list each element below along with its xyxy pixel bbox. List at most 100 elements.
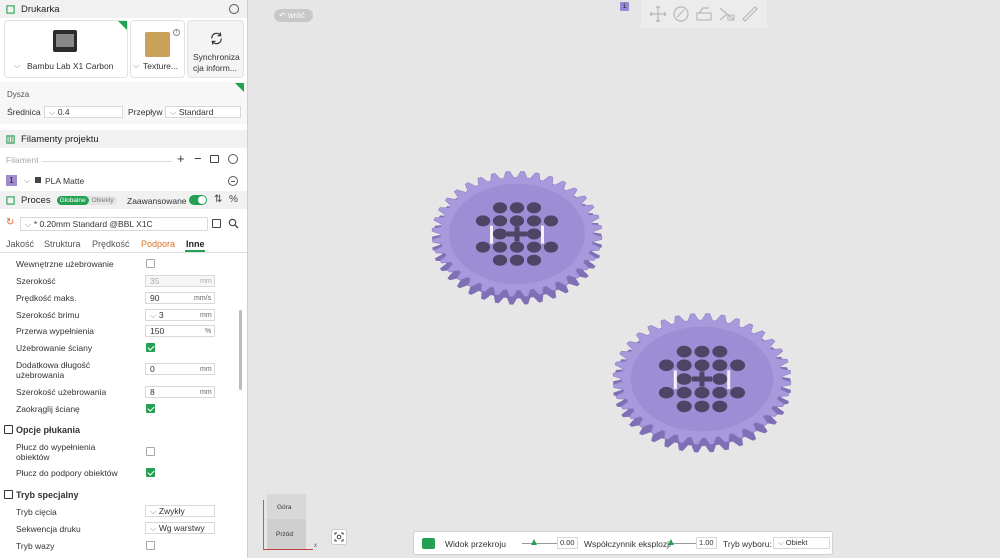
flush-infill-checkbox[interactable] xyxy=(146,447,155,456)
remove-filament-icon[interactable]: − xyxy=(194,151,202,166)
rotate-icon[interactable] xyxy=(672,5,690,23)
extra-length-label-line2: użebrowania xyxy=(16,370,65,380)
tab-speed[interactable]: Prędkość xyxy=(92,239,130,249)
view-cube[interactable]: Góra Przód xyxy=(267,494,306,549)
printer-thumbnail-icon xyxy=(53,30,77,52)
brim-width-unit: mm xyxy=(200,312,212,319)
3d-viewport[interactable]: ↶ wróć 1 Góra Przód x xyxy=(249,0,1000,558)
process-icon xyxy=(6,195,15,205)
process-header-label: Proces xyxy=(21,194,51,206)
explode-ratio-value[interactable]: 1.00 xyxy=(696,537,717,549)
extra-length-label-line1: Dodatkowa długość xyxy=(16,360,91,370)
measure-icon[interactable] xyxy=(741,5,759,23)
gear-hole xyxy=(509,215,525,227)
gear-hole xyxy=(526,215,542,227)
back-button[interactable]: ↶ wróć xyxy=(274,9,313,22)
gear-hole xyxy=(492,228,508,240)
gear-slot xyxy=(490,225,493,244)
gear-hole xyxy=(712,386,728,399)
gear-hole xyxy=(492,215,508,227)
inner-rib-label: Wewnętrzne użebrowanie xyxy=(16,259,114,269)
plate-badge[interactable]: 1 xyxy=(620,2,629,11)
gear-model-1[interactable] xyxy=(428,162,606,314)
inner-rib-checkbox[interactable] xyxy=(146,259,155,268)
nozzle-diameter-label: Średnica xyxy=(7,107,41,117)
print-sequence-select[interactable]: ⌵ Wg warstwy xyxy=(145,522,215,534)
process-global-toggle[interactable]: Globalne xyxy=(56,195,89,205)
special-mode-icon xyxy=(4,490,13,499)
slicing-mode-label: Tryb cięcia xyxy=(16,507,57,517)
nozzle-sync-corner-icon xyxy=(235,83,244,92)
plate-type-card[interactable]: i ⌵ Texture... xyxy=(130,20,185,78)
process-profile-select[interactable]: ⌵ * 0.20mm Standard @BBL X1C xyxy=(20,217,208,231)
compare-icon[interactable]: ⇅ xyxy=(214,194,222,205)
cut-icon[interactable] xyxy=(718,5,736,23)
section-view-slider[interactable] xyxy=(522,543,562,544)
scale-icon[interactable] xyxy=(695,5,713,23)
filament-settings-gear-icon[interactable] xyxy=(228,154,238,164)
section-view-icon[interactable] xyxy=(422,538,435,549)
advanced-toggle[interactable] xyxy=(189,195,207,205)
tab-support[interactable]: Podpora xyxy=(141,239,175,249)
printer-settings-gear-icon[interactable] xyxy=(229,4,239,14)
slicing-mode-select[interactable]: ⌵ Zwykły xyxy=(145,505,215,517)
infill-gap-unit: % xyxy=(205,328,212,335)
section-view-value[interactable]: 0.00 xyxy=(557,537,578,549)
round-wall-checkbox[interactable] xyxy=(146,404,155,413)
vase-mode-checkbox[interactable] xyxy=(146,541,155,550)
max-speed-unit: mm/s xyxy=(194,295,212,302)
plate-info-icon[interactable]: i xyxy=(173,29,180,36)
gear-hole xyxy=(543,241,559,253)
filament-remove-circle-icon[interactable] xyxy=(228,176,238,186)
filaments-header-label: Filamenty projektu xyxy=(21,133,99,145)
explode-ratio-slider-thumb[interactable] xyxy=(668,539,674,545)
flow-select[interactable]: ⌵ Standard xyxy=(165,106,241,118)
sync-info-button[interactable]: Synchroniza cja inform... xyxy=(187,20,244,78)
round-wall-label: Zaokrąglij ścianę xyxy=(16,404,80,414)
settings-panel: Drukarka ⌵ Bambu Lab X1 Carbon i ⌵ Textu… xyxy=(0,0,248,558)
gear-hole xyxy=(509,202,525,214)
gear-hole xyxy=(712,345,728,358)
percent-icon[interactable]: % xyxy=(229,194,238,205)
filament-sync-icon[interactable] xyxy=(210,155,219,163)
y-axis-line xyxy=(263,500,264,550)
reset-profile-icon[interactable]: ↻ xyxy=(6,217,14,228)
gear-model-2[interactable] xyxy=(609,304,795,462)
vase-mode-label: Tryb wazy xyxy=(16,541,55,551)
tab-structure[interactable]: Struktura xyxy=(44,239,81,249)
save-profile-icon[interactable] xyxy=(212,219,221,228)
printer-connected-corner-icon xyxy=(118,21,127,30)
gear-hole xyxy=(712,400,728,413)
nozzle-diameter-select[interactable]: ⌵ 0.4 xyxy=(44,106,123,118)
rib-width-unit: mm xyxy=(200,389,212,396)
printer-section-header: Drukarka xyxy=(0,0,247,18)
move-icon[interactable] xyxy=(649,5,667,23)
sync-icon xyxy=(211,32,222,45)
tab-others[interactable]: Inne xyxy=(186,239,205,249)
tab-quality[interactable]: Jakość xyxy=(6,239,34,249)
gear-slot xyxy=(727,370,731,389)
add-filament-icon[interactable]: + xyxy=(177,151,185,166)
printer-machine-card[interactable]: ⌵ Bambu Lab X1 Carbon xyxy=(4,20,128,78)
filament-divider xyxy=(42,161,172,162)
flush-support-checkbox[interactable] xyxy=(146,468,155,477)
process-objects-toggle[interactable]: Obiekty xyxy=(89,196,117,205)
flush-infill-label-line2: obiektów xyxy=(16,452,50,462)
gear-slot xyxy=(541,225,544,244)
gear-hole xyxy=(694,345,710,358)
fit-view-button[interactable] xyxy=(331,529,347,545)
selection-mode-select[interactable]: ⌵ Obiekt xyxy=(773,537,830,549)
settings-scrollbar[interactable] xyxy=(239,310,242,390)
search-icon[interactable] xyxy=(228,218,239,229)
bottom-toolbar: Widok przekroju 0.00 Współczynnik eksplo… xyxy=(413,531,833,555)
filament-dropdown-icon[interactable]: ⌵ xyxy=(24,176,30,186)
max-speed-label: Prędkość maks. xyxy=(16,293,77,303)
gear-hole xyxy=(676,386,692,399)
section-view-slider-thumb[interactable] xyxy=(531,539,537,545)
print-sequence-label: Sekwencja druku xyxy=(16,524,81,534)
gear-hole xyxy=(543,215,559,227)
wall-rib-checkbox[interactable] xyxy=(146,343,155,352)
filament-slot-number[interactable]: 1 xyxy=(6,175,17,186)
gear-hole xyxy=(658,386,674,399)
gear-hole xyxy=(492,241,508,253)
